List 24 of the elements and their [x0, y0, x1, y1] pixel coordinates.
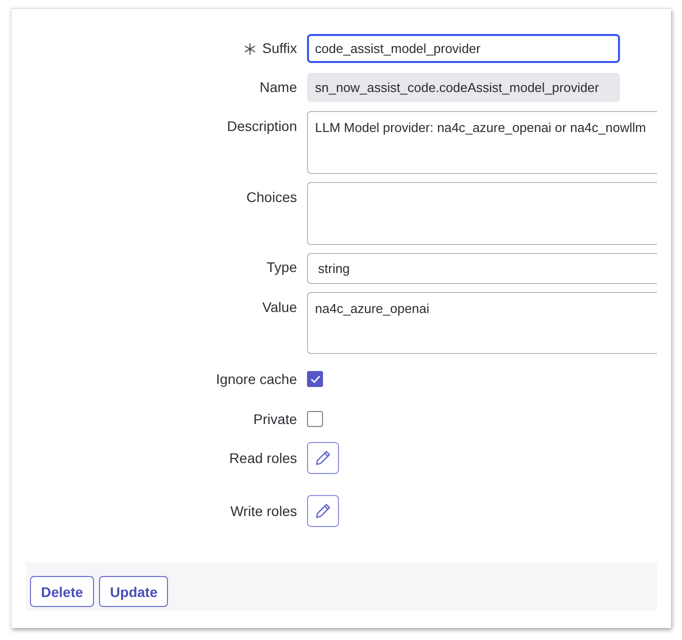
- field-label: Value: [262, 299, 297, 316]
- field-label: Ignore cache: [216, 370, 297, 388]
- field-label: Type: [266, 259, 297, 276]
- pencil-icon: [316, 451, 330, 465]
- checkbox[interactable]: [307, 371, 323, 387]
- field-label: Choices: [246, 189, 297, 206]
- field-label: Name: [260, 79, 297, 96]
- footer-button[interactable]: Update: [99, 576, 168, 607]
- footer-button[interactable]: Delete: [30, 576, 94, 607]
- field-label: Suffix: [262, 40, 297, 57]
- checkmark-icon: [310, 376, 320, 382]
- text-field[interactable]: code_assist_model_provider: [307, 34, 620, 63]
- edit-button[interactable]: [307, 442, 339, 474]
- readonly-field: sn_now_assist_code.codeAssist_model_provider: [307, 73, 620, 102]
- field-label: Write roles: [230, 502, 297, 520]
- field-label: Private: [253, 410, 297, 428]
- edit-button[interactable]: [307, 495, 339, 527]
- text-area[interactable]: na4c_azure_openai: [307, 292, 657, 354]
- field-label: Description: [226, 118, 297, 135]
- text-field[interactable]: string: [307, 253, 657, 284]
- pencil-icon: [316, 504, 330, 518]
- text-area[interactable]: LLM Model provider: na4c_azure_openai or na4c_nowllm: [307, 111, 657, 174]
- checkbox[interactable]: [307, 411, 323, 427]
- field-label: Read roles: [229, 450, 297, 466]
